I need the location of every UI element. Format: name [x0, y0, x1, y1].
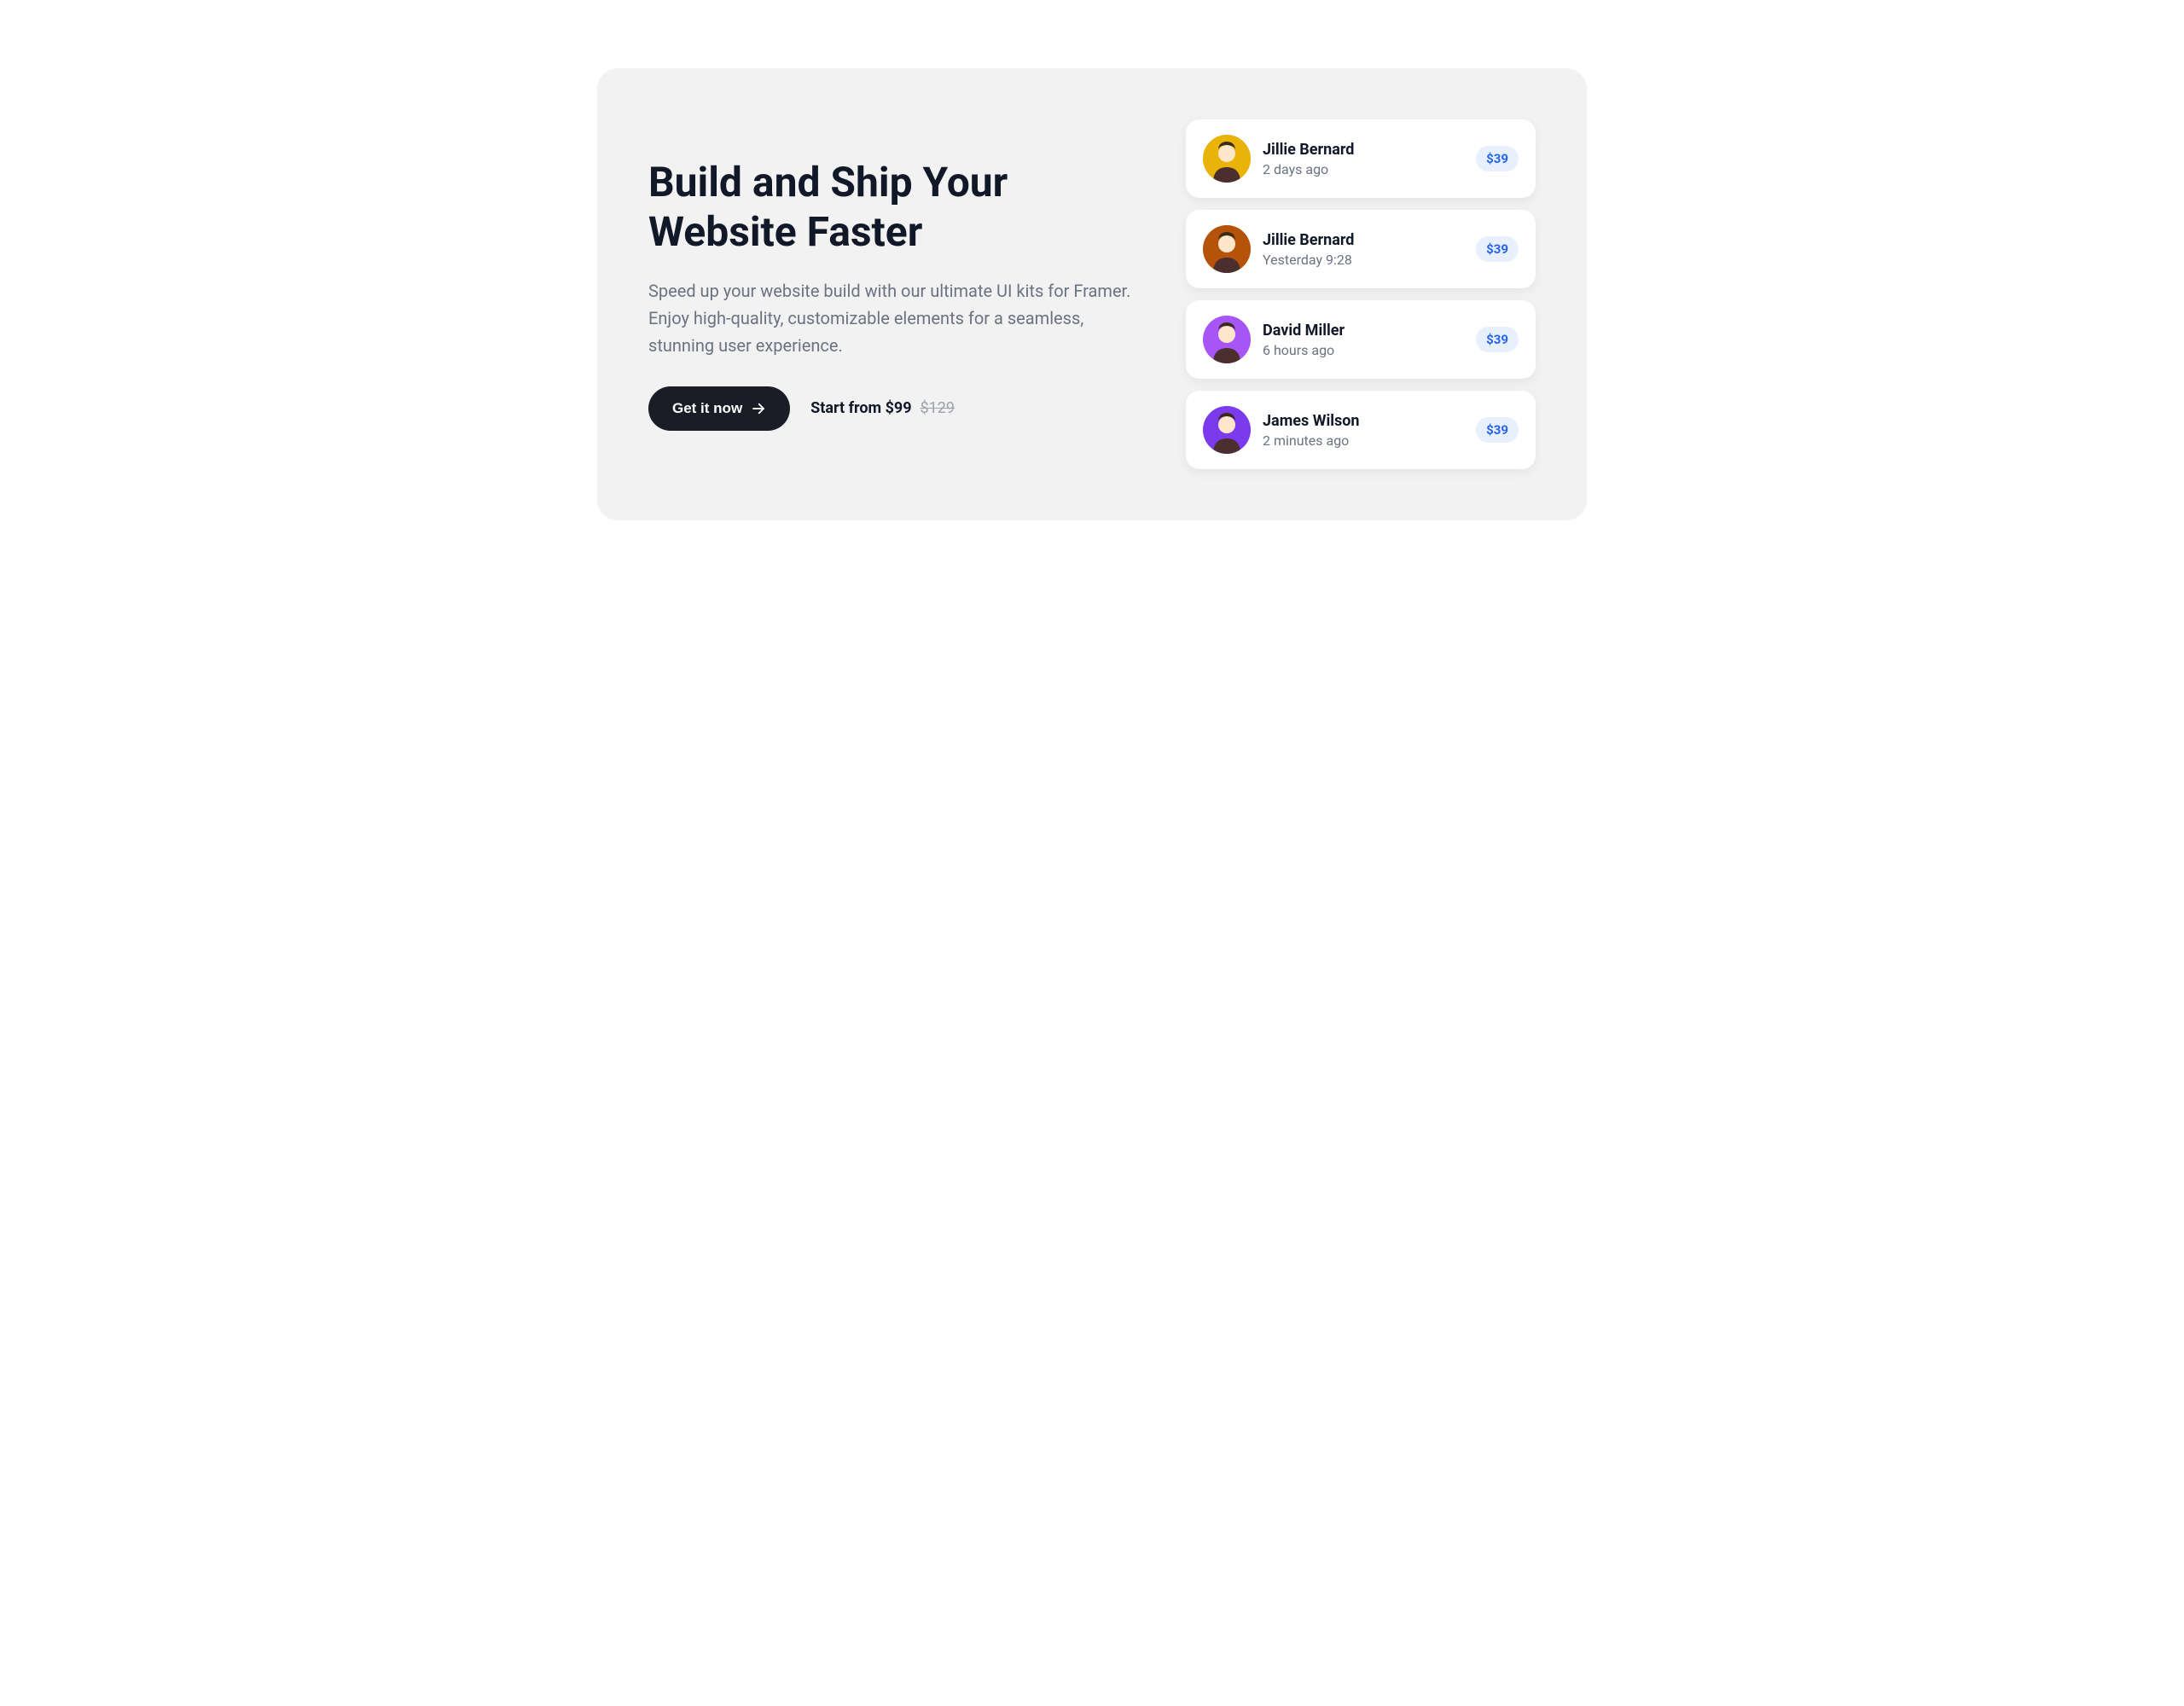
purchase-time: 2 minutes ago [1263, 432, 1464, 449]
cta-button-label: Get it now [672, 400, 742, 417]
purchase-list: Jillie Bernard 2 days ago $39 Jillie Berna… [1186, 119, 1536, 469]
purchase-time: 2 days ago [1263, 161, 1464, 177]
hero-subtitle: Speed up your website build with our ult… [648, 277, 1135, 359]
purchase-time: Yesterday 9:28 [1263, 252, 1464, 268]
avatar [1203, 316, 1251, 363]
price-info: Start from $99 $129 [810, 399, 955, 417]
price-old: $129 [921, 399, 955, 417]
cta-row: Get it now Start from $99 $129 [648, 386, 1135, 431]
purchase-time: 6 hours ago [1263, 342, 1464, 358]
hero-container: Build and Ship Your Website Faster Speed… [597, 68, 1587, 520]
hero-content: Build and Ship Your Website Faster Speed… [648, 158, 1135, 430]
purchase-card: David Miller 6 hours ago $39 [1186, 300, 1536, 379]
avatar [1203, 225, 1251, 273]
price-badge: $39 [1476, 236, 1519, 262]
hero-title: Build and Ship Your Website Faster [648, 158, 1135, 256]
card-info: James Wilson 2 minutes ago [1263, 412, 1464, 449]
purchase-card: Jillie Bernard 2 days ago $39 [1186, 119, 1536, 198]
avatar [1203, 135, 1251, 183]
price-badge: $39 [1476, 327, 1519, 352]
card-info: David Miller 6 hours ago [1263, 322, 1464, 358]
purchase-name: James Wilson [1263, 412, 1464, 430]
avatar [1203, 406, 1251, 454]
price-badge: $39 [1476, 417, 1519, 443]
purchase-card: James Wilson 2 minutes ago $39 [1186, 391, 1536, 469]
purchase-card: Jillie Bernard Yesterday 9:28 $39 [1186, 210, 1536, 288]
price-badge: $39 [1476, 146, 1519, 171]
purchase-name: Jillie Bernard [1263, 141, 1464, 159]
purchase-name: David Miller [1263, 322, 1464, 339]
card-info: Jillie Bernard Yesterday 9:28 [1263, 231, 1464, 268]
arrow-right-icon [751, 401, 766, 416]
price-current: Start from $99 [810, 399, 911, 417]
cta-button[interactable]: Get it now [648, 386, 790, 431]
purchase-name: Jillie Bernard [1263, 231, 1464, 249]
card-info: Jillie Bernard 2 days ago [1263, 141, 1464, 177]
